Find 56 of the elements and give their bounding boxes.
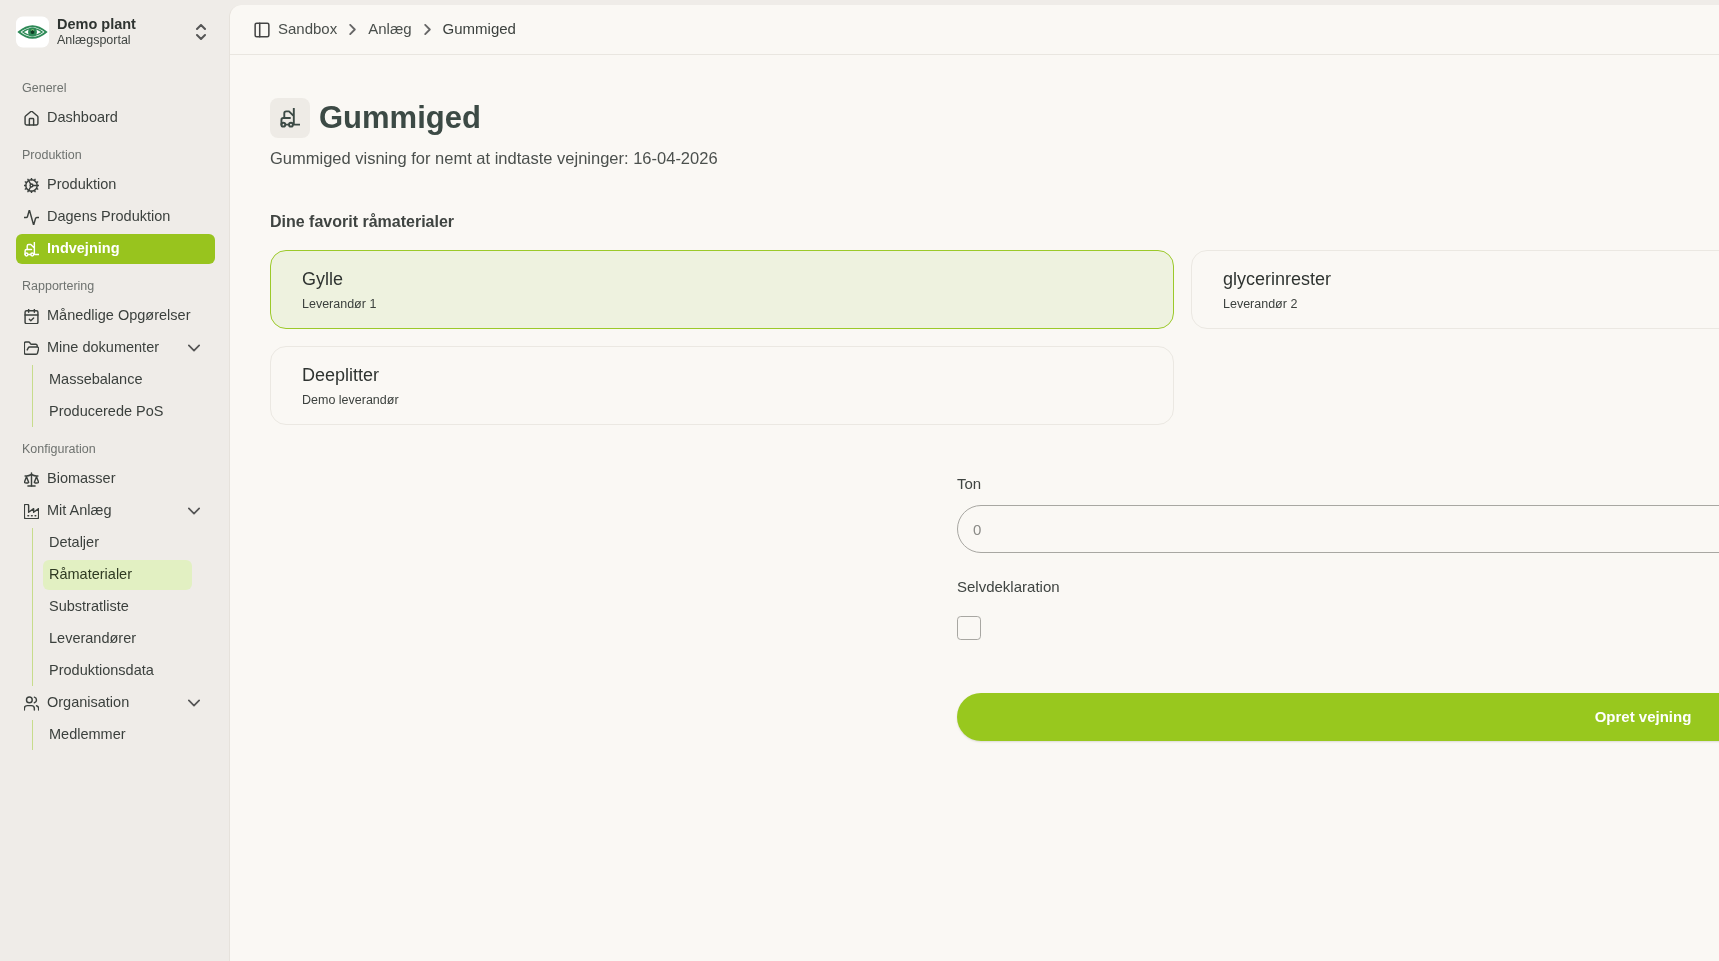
nav-subitem[interactable]: Medlemmer bbox=[43, 720, 192, 750]
nav-item[interactable]: Månedlige Opgørelser bbox=[16, 301, 215, 331]
page-title: Gummiged bbox=[319, 99, 481, 137]
nav-item[interactable]: Dagens Produktion bbox=[16, 202, 215, 232]
nav-item[interactable]: Biomasser bbox=[16, 464, 215, 494]
scale-icon bbox=[24, 471, 39, 487]
breadcrumb-link[interactable]: Sandbox bbox=[278, 18, 338, 41]
nav-subitem[interactable]: Producerede PoS bbox=[43, 397, 192, 427]
section-label: Rapportering bbox=[21, 278, 95, 295]
nav-item[interactable]: Mine dokumenter bbox=[16, 333, 215, 363]
sidebar-toggle-button[interactable] bbox=[254, 21, 270, 38]
nav-subitem[interactable]: Massebalance bbox=[43, 365, 192, 395]
nav-subitem[interactable]: Råmaterialer bbox=[43, 560, 192, 590]
forklift-icon bbox=[270, 98, 310, 138]
users-icon bbox=[24, 695, 39, 711]
section-label: Konfiguration bbox=[21, 441, 96, 458]
calendar-check-icon bbox=[24, 308, 39, 324]
nav-subitem[interactable]: Produktionsdata bbox=[43, 656, 192, 686]
breadcrumb-link[interactable]: Anlæg bbox=[368, 18, 412, 41]
chevrons-up-down-icon bbox=[195, 24, 207, 40]
checkbox[interactable] bbox=[957, 616, 981, 640]
section-label: Generel bbox=[21, 80, 67, 97]
material-card[interactable]: Gylle Leverandør 1 bbox=[270, 250, 1174, 329]
nav-subitem[interactable]: Detaljer bbox=[43, 528, 192, 558]
material-card[interactable]: Deeplitter Demo leverandør bbox=[270, 346, 1174, 425]
field-label: Ton bbox=[957, 474, 982, 494]
nav-item[interactable]: Dashboard bbox=[16, 103, 215, 133]
page-description: Gummiged visning for nemt at indtaste vejninger: 16-04-2026 bbox=[270, 148, 719, 169]
folder-icon bbox=[24, 340, 39, 356]
panel-left-icon bbox=[254, 21, 270, 38]
material-card[interactable]: glycerinrester Leverandør 2 bbox=[1191, 250, 1719, 329]
chevron-right-icon bbox=[423, 24, 431, 35]
house-icon bbox=[24, 110, 39, 126]
supplier-name: Leverandør 2 bbox=[1223, 295, 1298, 312]
supplier-name: Demo leverandør bbox=[302, 391, 399, 408]
field-label: Selvdeklaration bbox=[957, 577, 1060, 597]
factory-icon bbox=[24, 503, 39, 519]
gear-icon bbox=[24, 177, 39, 193]
supplier-name: Leverandør 1 bbox=[302, 295, 377, 312]
breadcrumb-current: Gummiged bbox=[442, 19, 516, 40]
nav-item[interactable]: Mit Anlæg bbox=[16, 496, 215, 526]
section-heading: Dine favorit råmaterialer bbox=[270, 212, 456, 232]
material-name: Gylle bbox=[302, 267, 343, 290]
pulse-icon bbox=[24, 209, 39, 225]
material-name: glycerinrester bbox=[1223, 267, 1332, 290]
nav-subitem[interactable]: Substratliste bbox=[43, 592, 192, 622]
forklift-icon bbox=[24, 241, 39, 257]
section-label: Produktion bbox=[21, 147, 82, 164]
nav-subitem[interactable]: Leverandører bbox=[43, 624, 192, 654]
material-name: Deeplitter bbox=[302, 363, 380, 386]
workspace-switcher[interactable]: Demo plant Anlægsportal bbox=[8, 8, 215, 56]
chevron-right-icon bbox=[349, 24, 357, 35]
nav-item[interactable]: Produktion bbox=[16, 170, 215, 200]
ton-field[interactable]: 0 bbox=[957, 505, 1719, 553]
eye-logo-icon bbox=[16, 16, 49, 48]
nav-item[interactable]: Organisation bbox=[16, 688, 215, 718]
